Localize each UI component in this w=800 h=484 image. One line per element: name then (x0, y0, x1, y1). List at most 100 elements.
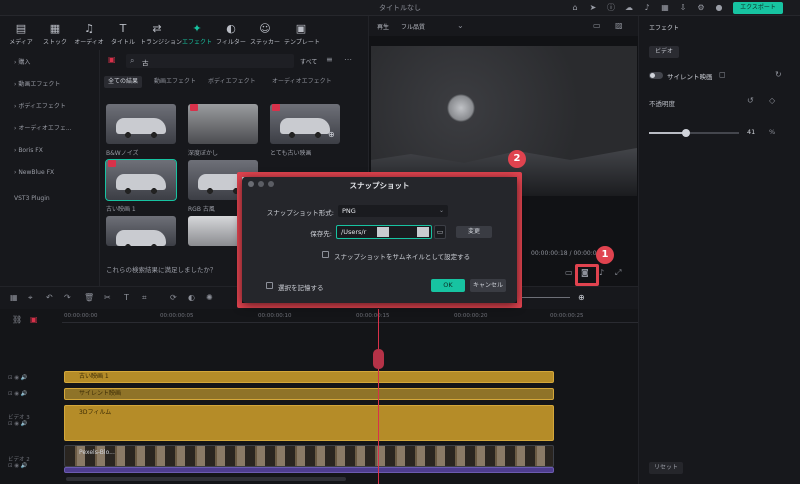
screen-icon[interactable]: ▭ (593, 21, 601, 30)
effect-thumb-bw-noise[interactable] (106, 104, 176, 144)
tool-audio[interactable]: ♫ オーディオ (72, 22, 106, 46)
track-header-4[interactable]: ビデオ 2 ⊡ ◉ 🔊 (8, 455, 62, 469)
speed-icon[interactable]: ⟳ (170, 293, 177, 302)
dialog-title: スナップショット (349, 181, 410, 190)
sidebar-item-newblue-fx[interactable]: › NewBlue FX (6, 164, 96, 182)
delete-icon[interactable]: 🗑 (84, 293, 94, 302)
add-icon[interactable]: ⊕ (328, 130, 335, 139)
car-image (116, 174, 166, 194)
track-header-2[interactable]: ⊡ ◉ 🔊 (8, 391, 62, 397)
zoom-in-icon[interactable]: ⊕ (578, 293, 585, 302)
tool-stock[interactable]: ▦ ストック (38, 22, 72, 46)
tab-effects[interactable]: エフェクト (639, 22, 679, 36)
tool-sticker[interactable]: ☺ ステッカー (248, 22, 282, 46)
cut-icon[interactable]: ✂ (104, 293, 111, 302)
timeline-scrollbar[interactable] (66, 477, 346, 481)
download-icon[interactable]: ⇩ (678, 3, 688, 13)
timeline-clip-silent-film[interactable]: サイレント映画 (64, 388, 554, 400)
sidebar-item-audio-effects[interactable]: › オーディオエフェ... (6, 120, 96, 138)
text-icon[interactable]: T (124, 293, 129, 302)
more-icon[interactable]: ⋯ (344, 55, 352, 64)
effects-store-icon[interactable]: ▣ (108, 55, 116, 64)
tool-transition[interactable]: ⇄ トランジション (140, 22, 183, 46)
zoom-slider[interactable] (520, 297, 570, 298)
audio-icon[interactable]: ♪ (599, 268, 604, 277)
track-header-1[interactable]: ⊡ ◉ 🔊 (8, 375, 62, 381)
change-button[interactable]: 変更 (456, 226, 492, 238)
tool-filter[interactable]: ◐ フィルター (214, 22, 248, 46)
quality-dropdown[interactable]: フル品質 (401, 22, 425, 31)
timeline-clip-old-film[interactable]: 古い映画 1 (64, 371, 554, 383)
timeline-clip-audio[interactable] (64, 467, 554, 473)
save-path-input[interactable]: /Users/r (336, 225, 432, 239)
filter-body-effects[interactable]: ボディエフェクト (204, 76, 260, 88)
format-select[interactable]: PNG ⌄ (338, 205, 448, 217)
tool-label: トランジション (140, 39, 183, 46)
thumbnail-checkbox[interactable] (322, 251, 329, 258)
info-icon[interactable]: ◻ (719, 70, 726, 79)
format-value: PNG (342, 207, 356, 215)
filter-icon[interactable]: ≡ (326, 55, 333, 64)
grid-icon[interactable]: ▦ (660, 3, 670, 13)
monitor-icon[interactable]: ▭ (565, 268, 573, 277)
marker-icon[interactable]: ▣ (30, 315, 38, 324)
crop-icon[interactable]: ⌗ (142, 293, 147, 303)
pointer-icon[interactable]: ⌖ (28, 293, 33, 303)
fullscreen-icon[interactable]: ⤢ (615, 268, 621, 278)
search-input[interactable]: ⌕ 古 (126, 54, 294, 68)
timeline-ruler[interactable]: 00:00:00:00 00:00:00:05 00:00:00:10 00:0… (62, 311, 638, 323)
undo-icon[interactable]: ↶ (46, 293, 53, 302)
image-icon[interactable]: ▨ (615, 21, 623, 30)
filter-all-results[interactable]: 全ての結果 (104, 76, 143, 88)
adjust-icon[interactable]: ◐ (188, 293, 195, 302)
headset-icon[interactable]: ♪ (642, 3, 652, 13)
undo-icon[interactable]: ↺ (747, 96, 754, 105)
redo-icon[interactable]: ↷ (64, 293, 71, 302)
tool-effects[interactable]: ✦ エフェクト (180, 22, 214, 46)
effect-toggle[interactable] (649, 72, 663, 79)
home-icon[interactable]: ⌂ (570, 3, 580, 13)
tool-template[interactable]: ▣ テンプレート (284, 22, 320, 46)
info-icon[interactable]: ⓘ (606, 3, 616, 13)
sidebar-item-purchase[interactable]: › 購入 (6, 54, 96, 72)
effect-thumb[interactable] (106, 216, 176, 246)
cloud-icon[interactable]: ☁ (624, 3, 634, 13)
view-all-dropdown[interactable]: すべて (300, 57, 317, 66)
tool-media[interactable]: ▤ メディア (4, 22, 38, 46)
remember-checkbox[interactable] (266, 282, 273, 289)
settings-icon[interactable]: ⚙ (696, 3, 706, 13)
sidebar-item-body-effects[interactable]: › ボディエフェクト (6, 98, 96, 116)
timeline-clip-3d-film[interactable]: 3Dフィルム (64, 405, 554, 441)
playhead[interactable] (378, 309, 379, 484)
timeline-clip-video[interactable]: Pexels-Blo... (64, 445, 554, 467)
sidebar-item-boris-fx[interactable]: › Boris FX (6, 142, 96, 160)
avatar[interactable]: ● (714, 3, 724, 13)
filter-video-effects[interactable]: 動画エフェクト (150, 76, 200, 88)
cancel-button[interactable]: キャンセル (470, 279, 506, 292)
reset-button[interactable]: リセット (649, 462, 683, 474)
effect-thumb-depth-blur[interactable] (188, 104, 258, 144)
media-toolbar: ▤ メディア ▦ ストック ♫ オーディオ T タイトル ⇄ トランジション ✦ エフェクト… (0, 16, 368, 50)
filter-audio-effects[interactable]: オーディオエフェクト (268, 76, 336, 88)
effect-label: RGB 古風 (188, 206, 215, 213)
reset-icon[interactable]: ↻ (775, 70, 782, 79)
track-header-3[interactable]: ビデオ 3 ⊡ ◉ 🔊 (8, 413, 62, 427)
sidebar-item-vst3[interactable]: VST3 Plugin (6, 190, 96, 208)
ok-button[interactable]: OK (431, 279, 465, 292)
layout-icon[interactable]: ▦ (10, 293, 18, 302)
send-icon[interactable]: ➤ (588, 3, 598, 13)
folder-icon[interactable]: ▭ (434, 225, 446, 239)
tab-video[interactable]: ビデオ (649, 46, 679, 58)
color-icon[interactable]: ✺ (206, 293, 213, 302)
link-icon[interactable]: ⛓ (12, 315, 22, 324)
effect-thumb-old-film-1[interactable] (105, 159, 177, 201)
opacity-value[interactable]: 41 (747, 128, 755, 136)
opacity-slider[interactable] (649, 129, 739, 137)
playhead-handle[interactable] (373, 349, 384, 369)
sidebar-item-video-effects[interactable]: › 動画エフェクト (6, 76, 96, 94)
opacity-slider-handle[interactable] (681, 129, 690, 137)
timeline: ▦ ⌖ ↶ ↷ 🗑 ✂ T ⌗ ⟳ ◐ ✺ ⊕ ⛓ ▣ 00:00:00:00 … (0, 286, 638, 484)
tool-title[interactable]: T タイトル (106, 22, 140, 46)
export-button[interactable]: エクスポート (733, 2, 783, 14)
keyframe-icon[interactable]: ◇ (769, 96, 775, 105)
